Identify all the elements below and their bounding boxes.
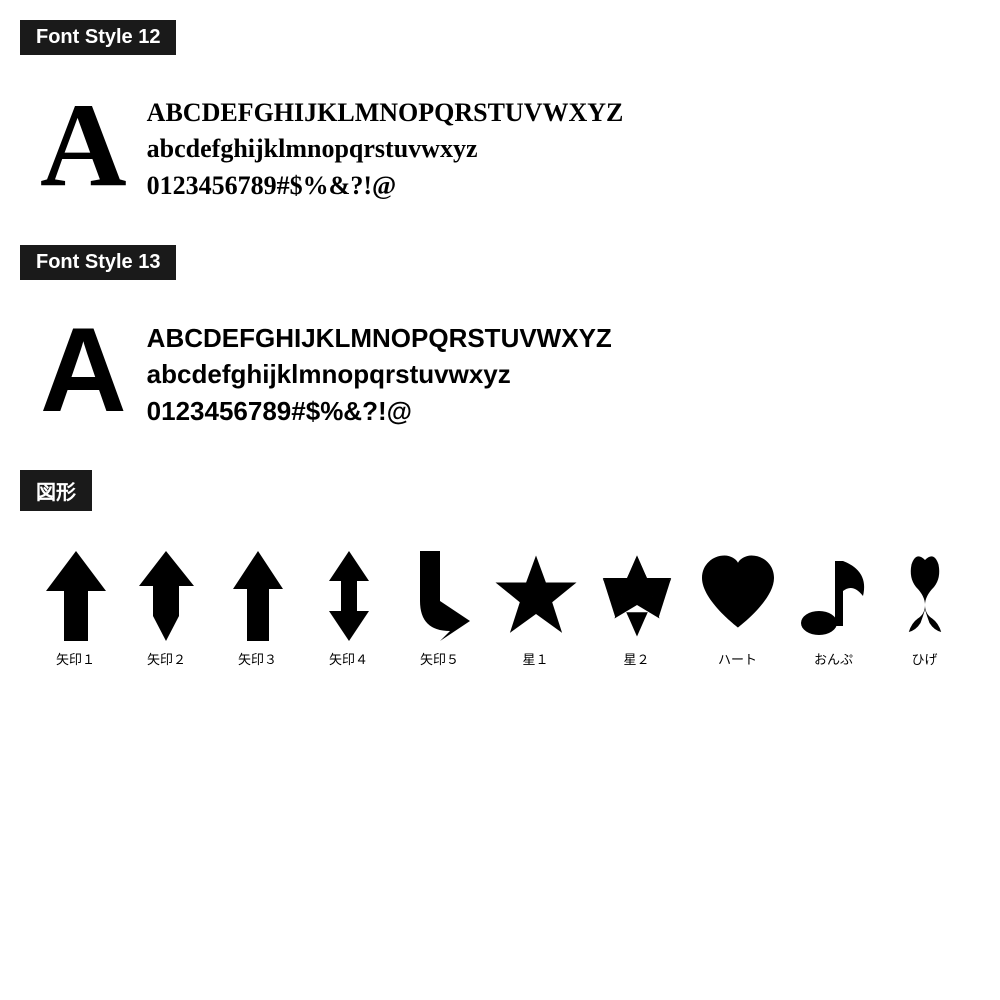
arrow3-label: 矢印３ [238,649,277,668]
star1-icon [491,551,581,641]
shapes-grid: 矢印１ 矢印２ 矢印３ [20,531,980,668]
font-style-12-section: Font Style 12 A ABCDEFGHIJKLMNOPQRSTUVWX… [20,20,980,215]
arrow2-label: 矢印２ [147,649,186,668]
mustache-label: ひげ [911,649,937,668]
star2-icon [592,551,682,641]
shape-arrow2: 矢印２ [127,551,207,668]
shape-arrow1: 矢印１ [36,551,116,668]
arrow4-icon [329,551,369,641]
star2-label: 星２ [623,649,649,668]
shape-mustache: ひげ [885,551,965,668]
font-style-12-chars: ABCDEFGHIJKLMNOPQRSTUVWXYZ abcdefghijklm… [147,85,624,204]
font-style-12-numbers: 0123456789#$%&?!@ [147,168,624,204]
shape-arrow5: 矢印５ [400,551,480,668]
font-style-13-big-letter: A [40,310,127,430]
font-style-13-demo: A ABCDEFGHIJKLMNOPQRSTUVWXYZ abcdefghijk… [20,300,980,440]
shape-arrow3: 矢印３ [218,551,298,668]
arrow3-icon [233,551,283,641]
font-style-12-demo: A ABCDEFGHIJKLMNOPQRSTUVWXYZ abcdefghijk… [20,75,980,215]
shape-music: おんぷ [794,551,874,668]
font-style-12-lowercase: abcdefghijklmnopqrstuvwxyz [147,131,624,167]
music-icon [799,551,869,641]
arrow5-icon [410,551,470,641]
font-style-13-lowercase: abcdefghijklmnopqrstuvwxyz [147,356,612,392]
arrow5-label: 矢印５ [420,649,459,668]
shapes-header: 図形 [20,470,92,511]
arrow2-icon [139,551,194,641]
heart-icon [693,551,783,641]
arrow4-label: 矢印４ [329,649,368,668]
shape-arrow4: 矢印４ [309,551,389,668]
shape-star1: 星１ [491,551,581,668]
star1-label: 星１ [522,649,548,668]
font-style-13-uppercase: ABCDEFGHIJKLMNOPQRSTUVWXYZ [147,320,612,356]
font-style-12-header: Font Style 12 [20,20,176,55]
mustache-icon [905,551,945,641]
font-style-13-numbers: 0123456789#$%&?!@ [147,393,612,429]
shapes-section: 図形 矢印１ 矢印２ [20,470,980,668]
shape-star2: 星２ [592,551,682,668]
shape-heart: ハート [693,551,783,668]
music-label: おんぷ [814,649,853,668]
arrow1-icon [46,551,106,641]
font-style-13-section: Font Style 13 A ABCDEFGHIJKLMNOPQRSTUVWX… [20,245,980,440]
font-style-12-uppercase: ABCDEFGHIJKLMNOPQRSTUVWXYZ [147,95,624,131]
font-style-13-header: Font Style 13 [20,245,176,280]
heart-label: ハート [718,649,757,668]
font-style-12-big-letter: A [40,85,127,205]
font-style-13-chars: ABCDEFGHIJKLMNOPQRSTUVWXYZ abcdefghijklm… [147,310,612,429]
arrow1-label: 矢印１ [56,649,95,668]
